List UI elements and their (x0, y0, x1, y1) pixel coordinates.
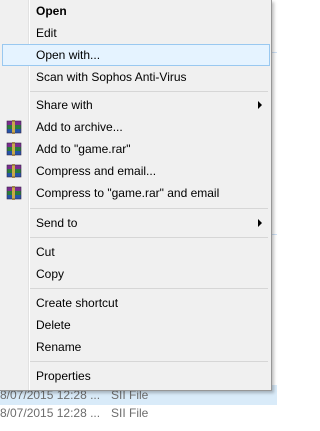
file-date: 8/07/2015 12:28 ... (0, 406, 101, 420)
menu-item-compress-rar-email[interactable]: Compress to "game.rar" and email (2, 182, 270, 204)
menu-item-open[interactable]: Open (2, 0, 270, 22)
menu-item-label: Rename (36, 340, 82, 354)
menu-separator (30, 288, 268, 289)
winrar-books-icon (6, 142, 22, 156)
menu-separator (30, 91, 268, 92)
file-type: SII File (111, 406, 149, 420)
menu-separator (30, 361, 268, 362)
menu-item-create-shortcut[interactable]: Create shortcut (2, 292, 270, 314)
menu-item-label: Cut (36, 245, 55, 259)
menu-item-rename[interactable]: Rename (2, 336, 270, 358)
menu-item-label: Add to "game.rar" (36, 142, 131, 156)
menu-item-label: Share with (36, 98, 93, 112)
menu-item-label: Create shortcut (36, 296, 119, 310)
menu-item-label: Send to (36, 216, 78, 230)
menu-separator (30, 208, 268, 209)
list-edge-mark (272, 52, 277, 53)
menu-item-label: Edit (36, 26, 57, 40)
menu-item-label: Add to archive... (36, 120, 123, 134)
menu-item-open-with[interactable]: Open with... (2, 44, 270, 66)
menu-item-label: Scan with Sophos Anti-Virus (36, 70, 187, 84)
menu-item-add-to-archive[interactable]: Add to archive... (2, 116, 270, 138)
menu-item-label: Open (36, 4, 67, 18)
winrar-books-icon (6, 164, 22, 178)
menu-item-label: Delete (36, 318, 71, 332)
menu-separator (30, 237, 268, 238)
menu-item-label: Compress and email... (36, 164, 157, 178)
menu-item-compress-email[interactable]: Compress and email... (2, 160, 270, 182)
menu-item-label: Properties (36, 369, 91, 383)
menu-item-share-with[interactable]: Share with (2, 94, 270, 116)
winrar-books-icon (6, 120, 22, 134)
menu-item-label: Open with... (36, 48, 101, 62)
menu-item-cut[interactable]: Cut (2, 241, 270, 263)
chevron-right-icon (258, 101, 262, 109)
menu-item-label: Compress to "game.rar" and email (36, 186, 220, 200)
winrar-books-icon (6, 186, 22, 200)
list-edge-mark (272, 234, 277, 235)
menu-item-properties[interactable]: Properties (2, 365, 270, 387)
menu-item-add-to-rar[interactable]: Add to "game.rar" (2, 138, 270, 160)
chevron-right-icon (258, 219, 262, 227)
menu-item-label: Copy (36, 267, 65, 281)
menu-item-scan-sophos[interactable]: Scan with Sophos Anti-Virus (2, 66, 270, 88)
menu-item-send-to[interactable]: Send to (2, 212, 270, 234)
menu-item-edit[interactable]: Edit (2, 22, 270, 44)
menu-item-delete[interactable]: Delete (2, 314, 270, 336)
menu-item-copy[interactable]: Copy (2, 263, 270, 285)
file-row[interactable]: 8/07/2015 12:28 ... SII File (0, 403, 277, 423)
context-menu: Open Edit Open with... Scan with Sophos … (0, 0, 272, 391)
